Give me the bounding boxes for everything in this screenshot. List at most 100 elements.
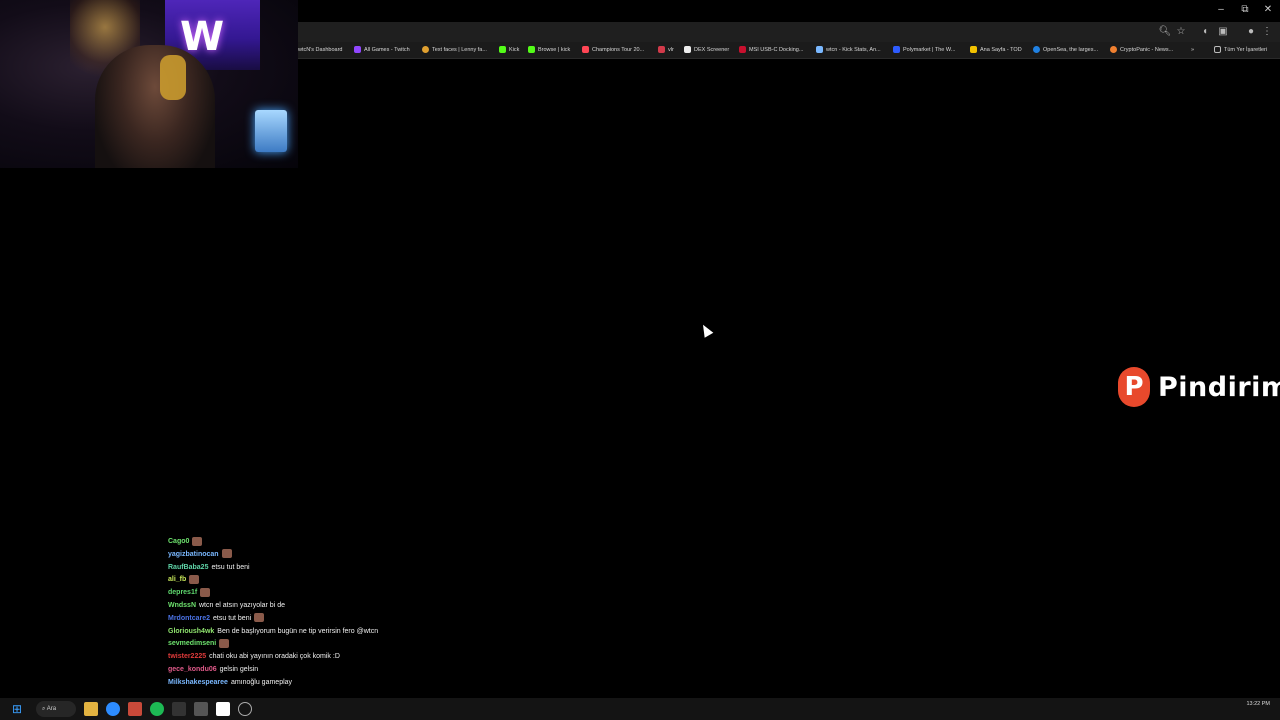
- chat-message: Milkshakespearee amınoğlu gameplay: [168, 677, 468, 690]
- spotify-icon[interactable]: [150, 702, 164, 716]
- page-content-divider: [298, 58, 1280, 59]
- bookmark-item[interactable]: All Games - Twitch: [354, 44, 410, 56]
- chat-message-text: amınoğlu gameplay: [230, 678, 293, 686]
- chrome-icon[interactable]: [106, 702, 120, 716]
- chat-username: WndssN: [168, 601, 196, 609]
- chat-message: depres1f: [168, 587, 468, 600]
- screen: W – ⧉ ✕ 🔍︎ ☆ ◖ ▣ ● ⋮ wtcN's Dashboard Al…: [0, 0, 1280, 720]
- dex-screener-icon: [684, 46, 691, 54]
- chat-emote-icon: [221, 549, 232, 559]
- chat-message: yagizbatinocan: [168, 549, 468, 562]
- chat-username: ali_fb: [168, 576, 187, 584]
- bookmark-item[interactable]: Browse | kick: [528, 44, 570, 56]
- app-icon[interactable]: [172, 702, 186, 716]
- chat-message: sevmedimseni: [168, 638, 468, 651]
- browser-toolbar: 🔍︎ ☆ ◖ ▣ ● ⋮: [298, 22, 1280, 42]
- vlr-icon: [658, 46, 665, 54]
- chat-overlay: Cago0 yagizbatinocan RaufBaba25 etsu tut be…: [168, 536, 468, 698]
- cryptopanic-icon: [1110, 46, 1117, 54]
- kick-stats-icon: [816, 46, 823, 54]
- chat-emote-icon: [200, 587, 211, 597]
- chat-message: RaufBaba25 etsu tut beni: [168, 562, 468, 575]
- menu-icon[interactable]: ⋮: [1260, 25, 1274, 39]
- chat-message: Mrdontcare2 etsu tut beni: [168, 613, 468, 626]
- bookmark-item[interactable]: vlr: [658, 44, 674, 56]
- stream-deck-device: [255, 110, 287, 152]
- chat-message-text: gelsin gelsin: [219, 665, 259, 673]
- chat-username: Glorioush4wk: [168, 627, 215, 635]
- clock-time: 13:22 PM: [1246, 701, 1270, 707]
- restore-button[interactable]: ⧉: [1236, 3, 1254, 17]
- chat-username: Milkshakespearee: [168, 678, 228, 686]
- app-icon[interactable]: [216, 702, 230, 716]
- chat-username: Mrdontcare2: [168, 614, 211, 622]
- audio-icon[interactable]: ◖: [1198, 25, 1212, 39]
- taskbar-search[interactable]: ⌕ Ara: [36, 701, 76, 717]
- chat-message-text: Ben de başlıyorum bugün ne tip verirsin …: [217, 627, 379, 635]
- taskbar-clock[interactable]: 13:22 PM: [1246, 701, 1270, 708]
- folder-icon: [1214, 46, 1221, 54]
- chat-message: gece_kondu06 gelsin gelsin: [168, 664, 468, 677]
- bookmark-item[interactable]: Ana Sayfa - TOD: [970, 44, 1022, 56]
- extensions-icon[interactable]: ▣: [1216, 25, 1230, 39]
- chat-username: Cago0: [168, 538, 190, 545]
- bookmark-item[interactable]: Polymarket | The W...: [893, 44, 955, 56]
- bookmark-item[interactable]: OpenSea, the larges...: [1033, 44, 1098, 56]
- pindirim-logo-text: Pindirim: [1158, 371, 1280, 403]
- lenny-face-icon: [422, 46, 429, 54]
- chat-message: Cago0: [168, 536, 468, 549]
- zoom-icon[interactable]: 🔍︎: [1158, 25, 1172, 39]
- bookmark-item[interactable]: wtcN's Dashboard: [298, 44, 342, 56]
- bookmark-item[interactable]: DEX Screener: [684, 44, 729, 56]
- chat-message: WndssN wtcn el atsın yazıyolar bi de: [168, 600, 468, 613]
- bookmark-item[interactable]: Champions Tour 20...: [582, 44, 644, 56]
- all-bookmarks-button[interactable]: Tüm Yer İşaretleri: [1214, 44, 1267, 56]
- chat-message-text: etsu tut beni: [213, 614, 252, 622]
- chat-emote-icon: [254, 613, 265, 623]
- tod-icon: [970, 46, 977, 54]
- chat-message: twister2225 chati oku abi yayının oradaki…: [168, 651, 468, 664]
- minimize-button[interactable]: –: [1212, 3, 1230, 17]
- obs-icon[interactable]: [238, 702, 252, 716]
- app-icon[interactable]: [128, 702, 142, 716]
- bookmark-item[interactable]: CryptoPanic - News...: [1110, 44, 1173, 56]
- kick-icon: [528, 46, 535, 54]
- pindirim-logo-mark: P: [1118, 367, 1150, 407]
- bookmarks-bar: wtcN's Dashboard All Games - Twitch Text…: [298, 42, 1280, 58]
- streamer: [95, 45, 215, 168]
- bookmark-star-icon[interactable]: ☆: [1174, 25, 1188, 39]
- chat-message: ali_fb: [168, 574, 468, 587]
- chat-username: gece_kondu06: [168, 665, 217, 673]
- chat-username: depres1f: [168, 589, 198, 597]
- bookmark-item[interactable]: Text faces | Lenny fa...: [422, 44, 487, 56]
- chat-message-text: chati oku abi yayının oradaki çok komik …: [209, 653, 340, 661]
- chat-username: RaufBaba25: [168, 563, 209, 571]
- file-explorer-icon[interactable]: [84, 702, 98, 716]
- msi-icon: [739, 46, 746, 54]
- webcam-overlay: W: [0, 0, 298, 168]
- close-button[interactable]: ✕: [1259, 3, 1277, 17]
- bookmark-item[interactable]: wtcn - Kick Stats, An...: [816, 44, 881, 56]
- valorant-icon: [582, 46, 589, 54]
- chat-username: sevmedimseni: [168, 640, 217, 648]
- chat-message: Glorioush4wk Ben de başlıyorum bugün ne t…: [168, 626, 468, 639]
- opensea-icon: [1033, 46, 1040, 54]
- bookmark-item[interactable]: MSI USB-C Docking...: [739, 44, 803, 56]
- bookmarks-overflow-button[interactable]: »: [1191, 44, 1194, 56]
- pindirim-logo: P Pindirim: [1118, 366, 1280, 408]
- chat-emote-icon: [219, 639, 230, 649]
- profile-avatar-icon[interactable]: ●: [1244, 25, 1258, 39]
- chat-message-text: wtcn el atsın yazıyolar bi de: [199, 601, 285, 609]
- polymarket-icon: [893, 46, 900, 54]
- chat-username: twister2225: [168, 653, 207, 661]
- taskbar: ⊞ ⌕ Ara 13:22 PM: [0, 698, 1280, 720]
- kick-icon: [499, 46, 506, 54]
- app-icon[interactable]: [194, 702, 208, 716]
- chat-message-text: etsu tut beni: [211, 563, 250, 571]
- twitch-icon: [354, 46, 361, 54]
- taskbar-search-label: Ara: [46, 706, 57, 712]
- bookmark-item[interactable]: Kick: [499, 44, 519, 56]
- chat-emote-icon: [189, 575, 200, 585]
- mouse-cursor-icon: [698, 322, 714, 338]
- start-button[interactable]: ⊞: [10, 702, 24, 716]
